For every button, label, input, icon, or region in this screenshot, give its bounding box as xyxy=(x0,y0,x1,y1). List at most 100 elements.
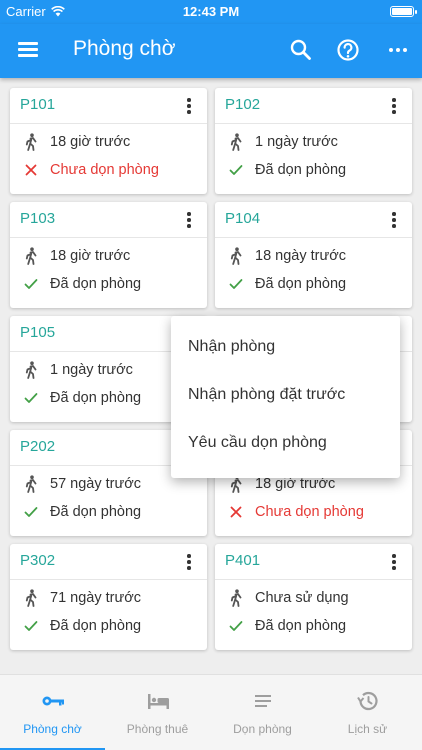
battery-icon xyxy=(390,6,417,17)
room-card[interactable]: P101 18 giờ trước Chưa dọn phòng xyxy=(10,88,207,194)
tab-phong-thue[interactable]: Phòng thuê xyxy=(105,675,210,750)
last-occupied-time: 1 ngày trước xyxy=(50,362,133,378)
cleaning-status-row: Chưa dọn phòng xyxy=(225,502,364,522)
room-card-header: P102 xyxy=(215,88,412,124)
check-icon xyxy=(20,274,42,294)
check-icon xyxy=(225,616,247,636)
cleaning-status-row: Đã dọn phòng xyxy=(225,160,346,180)
room-name: P302 xyxy=(20,552,56,569)
app-bar: Phòng chờ xyxy=(0,24,422,78)
cleaning-status: Chưa dọn phòng xyxy=(255,504,364,520)
cleaning-status-row: Chưa dọn phòng xyxy=(20,160,159,180)
check-icon xyxy=(20,502,42,522)
check-icon xyxy=(20,388,42,408)
cleaning-status-row: Đã dọn phòng xyxy=(20,274,141,294)
tab-phong-cho[interactable]: Phòng chờ xyxy=(0,675,105,750)
tab-label: Lịch sử xyxy=(347,722,388,736)
cleaning-status: Đã dọn phòng xyxy=(255,618,347,634)
occupancy-row: 57 ngày trước xyxy=(20,474,141,494)
status-time: 12:43 PM xyxy=(182,4,240,19)
occupancy-row: 71 ngày trước xyxy=(20,588,141,608)
occupancy-row: 1 ngày trước xyxy=(20,360,133,380)
last-occupied-time: 71 ngày trước xyxy=(50,590,141,606)
more-vertical-icon[interactable] xyxy=(383,35,413,65)
search-icon[interactable] xyxy=(286,35,316,65)
walking-person-icon xyxy=(225,246,247,266)
cleaning-status: Đã dọn phòng xyxy=(50,390,142,406)
walking-person-icon xyxy=(20,360,42,380)
occupancy-row: 1 ngày trước xyxy=(225,132,338,152)
bottom-tab-bar: Phòng chờ Phòng thuê Dọn phòng Lịch sử xyxy=(0,674,422,750)
room-card-header: P302 xyxy=(10,544,207,580)
room-card[interactable]: P104 18 ngày trước Đã dọn phòng xyxy=(215,202,412,308)
occupancy-row: 18 giờ trước xyxy=(20,246,130,266)
walking-person-icon xyxy=(20,246,42,266)
check-icon xyxy=(225,274,247,294)
last-occupied-time: 18 giờ trước xyxy=(255,476,336,492)
room-card[interactable]: P302 71 ngày trước Đã dọn phòng xyxy=(10,544,207,650)
occupancy-row: 18 giờ trước xyxy=(20,132,130,152)
room-card-header: P101 xyxy=(10,88,207,124)
room-card[interactable]: P103 18 giờ trước Đã dọn phòng xyxy=(10,202,207,308)
room-name: P101 xyxy=(20,96,56,113)
room-card[interactable]: P102 1 ngày trước Đã dọn phòng xyxy=(215,88,412,194)
walking-person-icon xyxy=(20,588,42,608)
card-more-icon[interactable] xyxy=(179,210,199,230)
room-name: P103 xyxy=(20,210,56,227)
menu-item-check-in[interactable]: Nhận phòng xyxy=(188,338,275,356)
cleaning-status-row: Đã dọn phòng xyxy=(20,502,141,522)
walking-person-icon xyxy=(225,588,247,608)
room-card-header: P104 xyxy=(215,202,412,238)
card-more-icon[interactable] xyxy=(384,552,404,572)
menu-icon[interactable] xyxy=(18,40,40,58)
room-action-menu: Nhận phòng Nhận phòng đặt trước Yêu cầu … xyxy=(171,316,400,478)
card-more-icon[interactable] xyxy=(179,96,199,116)
tab-label: Phòng thuê xyxy=(126,722,189,736)
last-occupied-time: 18 giờ trước xyxy=(50,134,131,150)
cleaning-status-row: Đã dọn phòng xyxy=(20,616,141,636)
occupancy-row: 18 ngày trước xyxy=(225,246,346,266)
tab-label: Dọn phòng xyxy=(233,722,292,736)
cleaning-status-row: Đã dọn phòng xyxy=(225,274,346,294)
menu-item-request-cleaning[interactable]: Yêu cầu dọn phòng xyxy=(188,434,327,452)
room-card-header: P103 xyxy=(10,202,207,238)
tab-lich-su[interactable]: Lịch sử xyxy=(315,675,420,750)
cleaning-status-row: Đã dọn phòng xyxy=(225,616,346,636)
last-occupied-time: 57 ngày trước xyxy=(50,476,141,492)
last-occupied-time: Chưa sử dụng xyxy=(255,590,349,606)
last-occupied-time: 1 ngày trước xyxy=(255,134,338,150)
last-occupied-time: 18 ngày trước xyxy=(255,248,346,264)
room-name: P104 xyxy=(225,210,261,227)
room-name: P202 xyxy=(20,438,56,455)
room-name: P401 xyxy=(225,552,261,569)
cleaning-status: Đã dọn phòng xyxy=(50,618,142,634)
walking-person-icon xyxy=(20,474,42,494)
tab-don-phong[interactable]: Dọn phòng xyxy=(210,675,315,750)
occupancy-row: Chưa sử dụng xyxy=(225,588,349,608)
walking-person-icon xyxy=(20,132,42,152)
bed-icon xyxy=(148,694,169,709)
room-name: P105 xyxy=(20,324,56,341)
card-more-icon[interactable] xyxy=(179,552,199,572)
key-icon xyxy=(42,696,64,706)
tab-label: Phòng chờ xyxy=(23,722,82,736)
menu-item-check-in-reserved[interactable]: Nhận phòng đặt trước xyxy=(188,386,345,404)
card-more-icon[interactable] xyxy=(384,210,404,230)
room-card[interactable]: P401 Chưa sử dụng Đã dọn phòng xyxy=(215,544,412,650)
check-icon xyxy=(225,160,247,180)
card-more-icon[interactable] xyxy=(384,96,404,116)
cleaning-status: Đã dọn phòng xyxy=(255,276,347,292)
lines-icon xyxy=(255,695,271,707)
history-icon xyxy=(357,691,378,711)
room-name: P102 xyxy=(225,96,261,113)
cross-icon xyxy=(20,160,42,180)
cleaning-status: Đã dọn phòng xyxy=(255,162,347,178)
page-title: Phòng chờ xyxy=(73,37,176,60)
room-card-header: P401 xyxy=(215,544,412,580)
check-icon xyxy=(20,616,42,636)
help-icon[interactable] xyxy=(333,35,363,65)
cleaning-status: Đã dọn phòng xyxy=(50,276,142,292)
status-bar: Carrier 12:43 PM xyxy=(0,0,422,24)
cleaning-status: Đã dọn phòng xyxy=(50,504,142,520)
cross-icon xyxy=(225,502,247,522)
